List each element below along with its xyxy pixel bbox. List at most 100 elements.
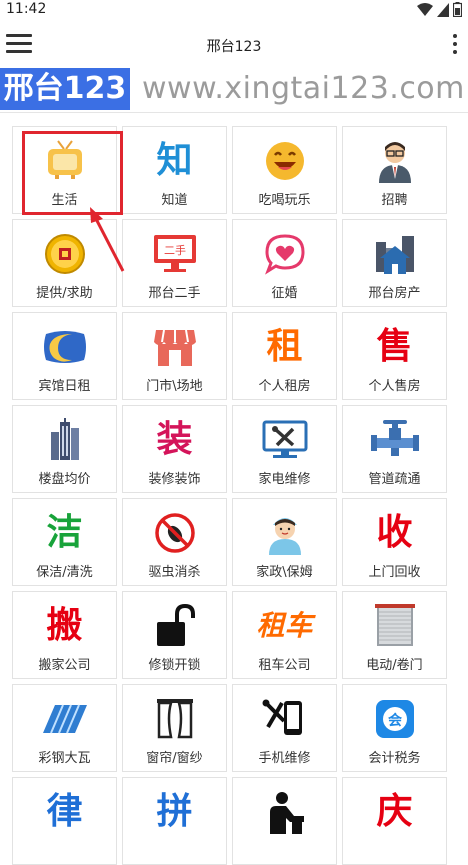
char-jie-icon: 洁 <box>46 512 83 553</box>
category-tile[interactable]: 宾馆日租 <box>12 312 117 400</box>
rolling-door-icon <box>343 602 446 650</box>
accounting-icon: 会 <box>343 695 446 743</box>
category-tile[interactable]: 律 <box>12 777 117 865</box>
site-banner[interactable]: 邢台123 www.xingtai123.com <box>0 68 468 110</box>
phone-repair-icon <box>233 695 336 743</box>
category-tile[interactable]: 驱虫消杀 <box>122 498 227 586</box>
secondhand-monitor-icon: 二手 <box>123 230 226 278</box>
category-tile[interactable]: 窗帘/窗纱 <box>122 684 227 772</box>
moon-pillow-icon <box>13 323 116 371</box>
category-label: 家政\保姆 <box>256 565 313 580</box>
nanny-icon <box>233 509 336 557</box>
battery-icon <box>453 2 462 17</box>
status-time: 11:42 <box>6 1 47 17</box>
pointer-arrow <box>90 207 125 272</box>
category-tile[interactable]: 楼盘均价 <box>12 405 117 493</box>
category-tile[interactable]: 管道疏通 <box>342 405 447 493</box>
category-tile[interactable]: 修锁开锁 <box>122 591 227 679</box>
char-zhi-icon: 知 <box>156 140 193 181</box>
category-label: 修锁开锁 <box>148 658 201 673</box>
category-tile[interactable]: 装装修装饰 <box>122 405 227 493</box>
curtain-icon <box>123 695 226 743</box>
signal-icon <box>437 2 449 17</box>
category-label: 门市\场地 <box>146 379 203 394</box>
status-bar: 11:42 <box>0 0 468 20</box>
site-domain: www.xingtai123.com <box>142 71 465 106</box>
page-title: 邢台123 <box>206 39 262 55</box>
category-label: 彩钢大瓦 <box>38 751 91 766</box>
driver-icon <box>233 788 336 836</box>
category-label: 宾馆日租 <box>38 379 91 394</box>
storefront-icon <box>123 323 226 371</box>
char-shou2-icon: 收 <box>376 512 413 553</box>
char-ban-icon: 搬 <box>46 605 83 646</box>
category-label: 邢台房产 <box>368 286 421 301</box>
category-tile[interactable]: 二手 邢台二手 <box>122 219 227 307</box>
house-buildings-icon <box>343 230 446 278</box>
category-tile[interactable]: 征婚 <box>232 219 337 307</box>
svg-text:二手: 二手 <box>164 243 186 257</box>
category-tile[interactable]: 手机维修 <box>232 684 337 772</box>
category-label: 家电维修 <box>258 472 311 487</box>
svg-text:会: 会 <box>388 712 403 729</box>
char-zhuang-icon: 装 <box>156 419 193 460</box>
laughing-face-icon <box>233 137 336 185</box>
category-label: 电动/卷门 <box>366 658 423 673</box>
tools-monitor-icon <box>233 416 336 464</box>
app-bar: 邢台123 <box>0 20 468 70</box>
pipe-valve-icon <box>343 416 446 464</box>
skyscraper-icon <box>13 416 116 464</box>
char-zu-icon: 租 <box>266 326 303 367</box>
category-label: 知道 <box>161 193 188 208</box>
category-tile[interactable]: 售个人售房 <box>342 312 447 400</box>
char-shou-icon: 售 <box>376 326 413 367</box>
category-label: 招聘 <box>381 193 408 208</box>
category-tile[interactable]: 拼 <box>122 777 227 865</box>
category-tile[interactable]: 邢台房产 <box>342 219 447 307</box>
category-tile[interactable]: 租车 租车公司 <box>232 591 337 679</box>
category-tile[interactable]: 家政\保姆 <box>232 498 337 586</box>
category-tile[interactable]: 电动/卷门 <box>342 591 447 679</box>
category-label: 提供/求助 <box>36 286 93 301</box>
divider <box>0 112 468 113</box>
category-label: 会计税务 <box>368 751 421 766</box>
category-tile[interactable]: 租个人租房 <box>232 312 337 400</box>
category-label: 个人售房 <box>368 379 421 394</box>
status-icons <box>417 2 462 17</box>
no-bugs-icon <box>123 509 226 557</box>
category-tile[interactable]: 家电维修 <box>232 405 337 493</box>
category-tile[interactable]: 收上门回收 <box>342 498 447 586</box>
category-label: 邢台二手 <box>148 286 201 301</box>
category-label: 搬家公司 <box>38 658 91 673</box>
more-options-icon[interactable] <box>452 34 458 58</box>
char-lv-icon: 律 <box>46 791 83 832</box>
category-tile[interactable]: 洁保洁/清洗 <box>12 498 117 586</box>
category-tile[interactable]: 门市\场地 <box>122 312 227 400</box>
category-tile[interactable]: 生活 <box>12 126 117 214</box>
category-label: 驱虫消杀 <box>148 565 201 580</box>
char-qing-icon: 庆 <box>376 791 413 832</box>
category-label: 手机维修 <box>258 751 311 766</box>
char-zuche-icon: 租车 <box>256 609 313 642</box>
category-label: 个人租房 <box>258 379 311 394</box>
category-label: 窗帘/窗纱 <box>146 751 203 766</box>
char-pin-icon: 拼 <box>156 791 193 832</box>
category-tile[interactable]: 庆 <box>342 777 447 865</box>
wifi-icon <box>417 2 433 16</box>
category-tile[interactable]: 彩钢大瓦 <box>12 684 117 772</box>
category-label: 管道疏通 <box>368 472 421 487</box>
category-label: 装修装饰 <box>148 472 201 487</box>
category-tile[interactable]: 搬搬家公司 <box>12 591 117 679</box>
category-tile[interactable] <box>232 777 337 865</box>
tv-icon <box>13 137 116 185</box>
category-tile[interactable]: 招聘 <box>342 126 447 214</box>
category-label: 保洁/清洗 <box>36 565 93 580</box>
category-label: 租车公司 <box>258 658 311 673</box>
category-tile[interactable]: 会会计税务 <box>342 684 447 772</box>
category-tile[interactable]: 吃喝玩乐 <box>232 126 337 214</box>
category-label: 征婚 <box>271 286 298 301</box>
category-label: 上门回收 <box>368 565 421 580</box>
steel-roof-icon <box>13 695 116 743</box>
category-tile[interactable]: 知知道 <box>122 126 227 214</box>
open-padlock-icon <box>123 602 226 650</box>
